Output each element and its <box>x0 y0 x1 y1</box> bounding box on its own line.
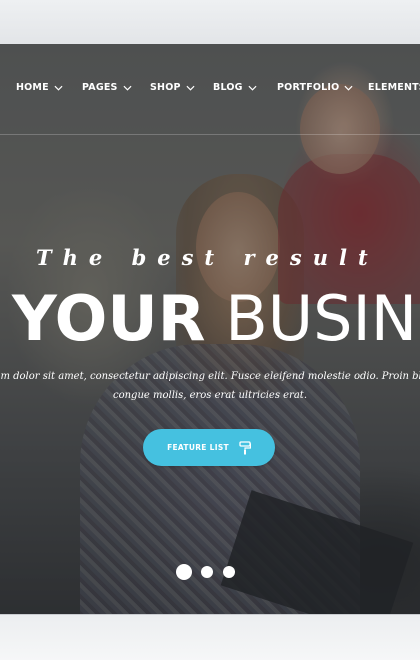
nav-item-elements[interactable]: ELEMENTS <box>368 82 420 93</box>
device-bottom-bezel <box>0 614 420 660</box>
nav-item-label: HOME <box>16 82 49 93</box>
slider-pagination <box>0 563 420 581</box>
slider-dot-2[interactable] <box>201 566 213 578</box>
device-frame: HOME PAGES SHOP BLOG PORTFOLIO ELEMENTS <box>0 0 420 660</box>
hero-headline-strong: YOUR <box>12 282 206 355</box>
main-navigation: HOME PAGES SHOP BLOG PORTFOLIO ELEMENTS <box>0 44 420 135</box>
chevron-down-icon <box>248 85 257 91</box>
chevron-down-icon <box>123 85 132 91</box>
chevron-down-icon <box>344 85 353 91</box>
nav-item-shop[interactable]: SHOP <box>150 82 195 93</box>
nav-item-portfolio[interactable]: PORTFOLIO <box>277 82 353 93</box>
nav-item-home[interactable]: HOME <box>16 82 63 93</box>
nav-item-pages[interactable]: PAGES <box>82 82 132 93</box>
slider-dot-3[interactable] <box>223 566 235 578</box>
feature-list-button[interactable]: FEATURE LIST <box>143 429 275 466</box>
nav-item-label: BLOG <box>213 82 243 93</box>
hero-description: um dolor sit amet, consectetur adipiscin… <box>0 367 420 405</box>
hero-headline-light: BUSIN <box>225 282 418 355</box>
hero-description-line-2: congue mollis, eros erat ultricies erat. <box>113 390 307 401</box>
paint-roller-icon <box>239 440 251 454</box>
hero-slider: HOME PAGES SHOP BLOG PORTFOLIO ELEMENTS <box>0 44 420 614</box>
nav-item-label: ELEMENTS <box>368 82 420 93</box>
nav-item-label: SHOP <box>150 82 181 93</box>
hero-headline: YOUR BUSIN <box>12 282 417 356</box>
chevron-down-icon <box>54 85 63 91</box>
device-top-bezel <box>0 0 420 45</box>
chevron-down-icon <box>186 85 195 91</box>
nav-item-label: PAGES <box>82 82 118 93</box>
nav-item-blog[interactable]: BLOG <box>213 82 257 93</box>
feature-list-button-label: FEATURE LIST <box>167 443 229 452</box>
hero-tagline: The best result <box>36 245 379 270</box>
slider-dot-1[interactable] <box>176 564 192 580</box>
nav-item-label: PORTFOLIO <box>277 82 340 93</box>
hero-description-line-1: um dolor sit amet, consectetur adipiscin… <box>0 371 420 382</box>
